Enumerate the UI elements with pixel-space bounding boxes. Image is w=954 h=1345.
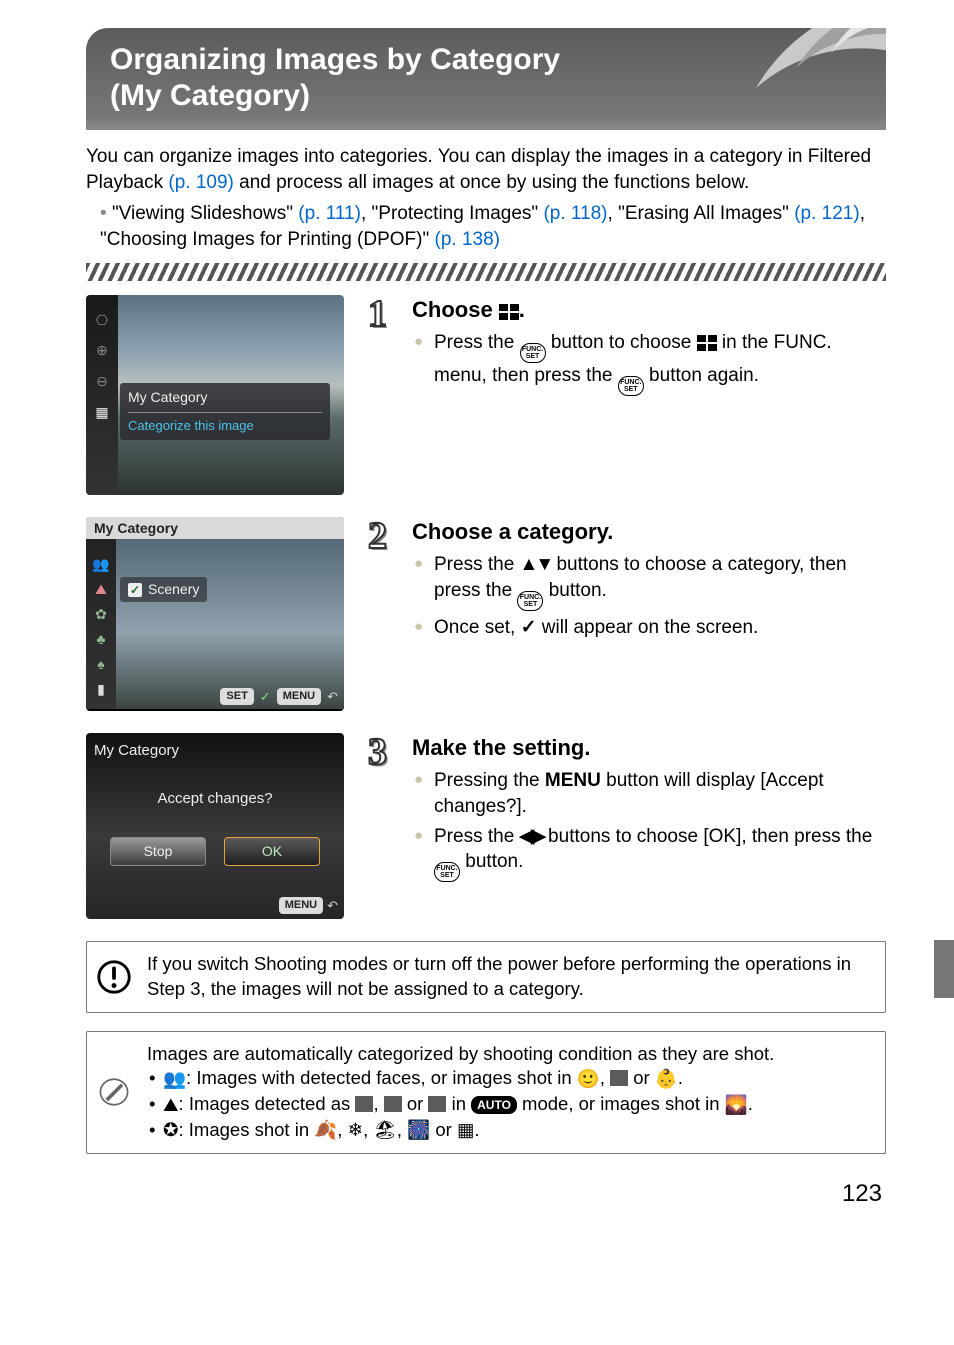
left-right-arrow-icon: ◀▶	[520, 824, 543, 850]
category-icon: ♣	[96, 630, 105, 649]
stop-button[interactable]: Stop	[110, 837, 206, 866]
info-lead: Images are automatically categorized by …	[147, 1042, 871, 1067]
page-ref-link[interactable]: (p. 109)	[168, 172, 233, 193]
my-category-icon: ▦	[95, 403, 108, 422]
page-ref-link[interactable]: (p. 111)	[298, 203, 361, 224]
step2-bullet2: Once set, ✓ will appear on the screen.	[414, 615, 886, 641]
foliage-mode-icon: 🍂	[314, 1118, 337, 1143]
page-header: Organizing Images by Category (My Catego…	[86, 28, 886, 130]
step3-thumbnail: My Category Accept changes? Stop OK MENU…	[86, 733, 344, 919]
scenery-category-icon: ⛰	[163, 1093, 179, 1118]
step1-title: Choose .	[412, 295, 886, 325]
info-note: Images are automatically categorized by …	[86, 1031, 886, 1155]
caution-text: If you switch Shooting modes or turn off…	[147, 952, 871, 1002]
night-snapshot-icon	[610, 1070, 628, 1086]
step1-title-post: .	[519, 297, 525, 322]
check-icon: ✓	[260, 688, 271, 706]
back-arrow-icon: ↶	[327, 897, 338, 915]
thumb2-selected-item: ✓ Scenery	[120, 577, 207, 602]
scene-icon	[384, 1096, 402, 1112]
category-icon: ♠	[97, 655, 104, 674]
intro-paragraph: You can organize images into categories.…	[86, 144, 886, 195]
thumb2-title: My Category	[94, 519, 178, 538]
refs-line: "Viewing Slideshows" (p. 111), "Protecti…	[100, 201, 886, 252]
up-down-arrow-icon: ▲▼	[520, 552, 552, 578]
page-ref-link[interactable]: (p. 121)	[794, 203, 859, 224]
page-number: 123	[86, 1178, 886, 1210]
step3-bullet2: Press the ◀▶ buttons to choose [OK], the…	[414, 824, 886, 883]
step3-title: Make the setting.	[412, 733, 886, 763]
scene-icon	[428, 1096, 446, 1112]
auto-mode-badge: AUTO	[471, 1096, 517, 1114]
section-tab	[934, 940, 954, 998]
step1-thumbnail: ⎔ ⊕ ⊖ ▦ My Category Categorize this imag…	[86, 295, 344, 495]
people-icon: 👥	[92, 555, 109, 574]
step3-bullet1: Pressing the MENU button will display [A…	[414, 768, 886, 819]
thumb-icon: ⊖	[96, 372, 108, 391]
thumb2-iconcol: 👥 ⛰ ✿ ♣ ♠ ▮	[86, 539, 116, 709]
func-set-icon: FUNC.SET	[517, 591, 543, 611]
caution-note: If you switch Shooting modes or turn off…	[86, 941, 886, 1013]
step1-title-pre: Choose	[412, 297, 499, 322]
back-arrow-icon: ↶	[327, 688, 338, 706]
func-set-icon: FUNC.SET	[434, 862, 460, 882]
todo-icon: ▮	[97, 680, 105, 699]
intro-text: and process all images at once by using …	[234, 172, 749, 193]
tooltip-title: My Category	[128, 388, 322, 407]
step-number: 3	[368, 733, 402, 887]
fireworks-mode-icon: 🎆	[407, 1118, 430, 1143]
aquarium-mode-icon: ▦	[457, 1118, 474, 1143]
tooltip-subtitle: Categorize this image	[128, 417, 322, 435]
step1-bullet: Press the FUNC.SET button to choose in t…	[414, 330, 886, 396]
people-category-icon: 👥	[163, 1067, 186, 1092]
thumb-icon: ⎔	[96, 311, 108, 330]
snow-mode-icon: ❄	[348, 1118, 364, 1143]
thumb3-title: My Category	[94, 741, 336, 761]
menu-word-icon: MENU	[545, 770, 601, 791]
menu-badge: MENU	[277, 688, 321, 705]
step-3: My Category Accept changes? Stop OK MENU…	[86, 733, 886, 919]
related-refs: "Viewing Slideshows" (p. 111), "Protecti…	[86, 201, 886, 252]
step-number: 1	[368, 295, 402, 401]
set-badge: SET	[220, 688, 253, 705]
my-category-icon	[499, 304, 519, 320]
page-ref-link[interactable]: (p. 138)	[435, 229, 500, 250]
step2-thumbnail: My Category 👥 ⛰ ✿ ♣ ♠ ▮ ✓ Scenery SET ✓	[86, 517, 344, 711]
check-icon: ✓	[128, 583, 142, 597]
ok-button[interactable]: OK	[224, 837, 320, 866]
kids-pets-icon: 👶	[655, 1067, 678, 1092]
check-icon: ✓	[521, 615, 537, 641]
menu-badge: MENU	[279, 897, 323, 914]
scenery-icon: ⛰	[95, 580, 107, 599]
thumb1-sidebar: ⎔ ⊕ ⊖ ▦	[86, 295, 118, 495]
portrait-mode-icon: 🙂	[577, 1067, 600, 1092]
hatch-divider	[86, 263, 886, 281]
info-item-events: ✪: Images shot in 🍂, ❄, 🏖, 🎆 or ▦.	[147, 1118, 871, 1144]
thumb-icon: ⊕	[96, 341, 108, 360]
func-set-icon: FUNC.SET	[618, 376, 644, 396]
step2-title: Choose a category.	[412, 517, 886, 547]
pencil-note-icon	[95, 1073, 133, 1111]
step-2: My Category 👥 ⛰ ✿ ♣ ♠ ▮ ✓ Scenery SET ✓	[86, 517, 886, 711]
events-icon: ✿	[95, 605, 107, 624]
info-item-scenery: ⛰: Images detected as , or in AUTO mode,…	[147, 1092, 871, 1118]
selected-label: Scenery	[148, 580, 199, 599]
landscape-mode-icon: 🌄	[725, 1093, 748, 1118]
header-swirl-decoration	[736, 28, 886, 130]
step-number: 2	[368, 517, 402, 645]
scene-icon	[355, 1096, 373, 1112]
events-category-icon: ✪	[163, 1118, 179, 1143]
page-ref-link[interactable]: (p. 118)	[543, 203, 607, 224]
beach-mode-icon: 🏖	[373, 1118, 397, 1143]
caution-icon	[95, 958, 133, 996]
thumb3-message: Accept changes?	[94, 789, 336, 809]
thumb1-tooltip: My Category Categorize this image	[120, 383, 330, 440]
info-item-people: 👥: Images with detected faces, or images…	[147, 1066, 871, 1092]
step-1: ⎔ ⊕ ⊖ ▦ My Category Categorize this imag…	[86, 295, 886, 495]
func-set-icon: FUNC.SET	[520, 343, 546, 363]
step2-bullet1: Press the ▲▼ buttons to choose a categor…	[414, 552, 886, 611]
my-category-icon	[697, 335, 717, 351]
